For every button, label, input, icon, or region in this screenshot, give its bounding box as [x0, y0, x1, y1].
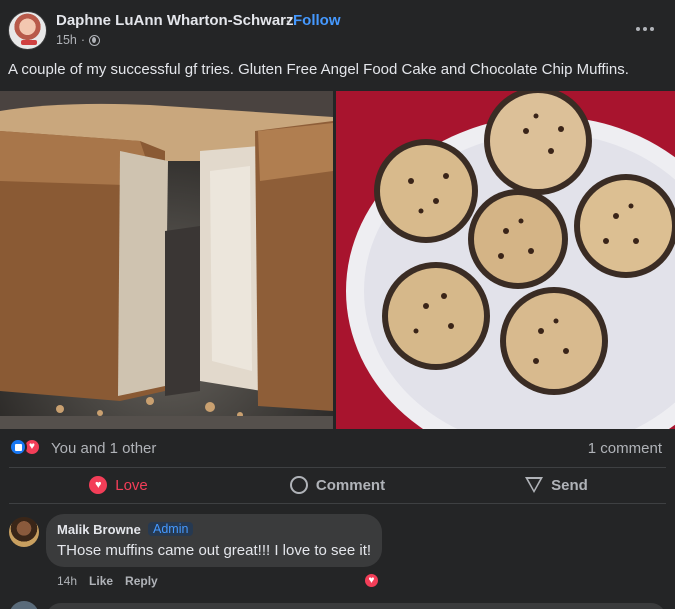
angel-food-cake-photo[interactable]	[0, 91, 333, 429]
cake-image	[0, 91, 333, 429]
post-time[interactable]: 15h	[56, 33, 77, 47]
comment-actions: 14h Like Reply	[57, 574, 158, 588]
dot-icon	[650, 27, 654, 31]
separator-dot: ·	[80, 33, 86, 47]
post-header: Daphne LuAnn Wharton-Schwarz · Follow 15…	[0, 0, 675, 58]
comments-count[interactable]: 1 comment	[588, 440, 662, 457]
dot-icon	[643, 27, 647, 31]
love-icon[interactable]: ♥	[363, 572, 380, 589]
admin-badge: Admin	[148, 522, 194, 536]
send-label: Send	[551, 476, 588, 494]
author-name[interactable]: Daphne LuAnn Wharton-Schwarz	[56, 12, 294, 29]
divider	[9, 503, 666, 504]
chocolate-chip-muffins-photo[interactable]	[336, 91, 675, 429]
comment-time[interactable]: 14h	[57, 574, 77, 588]
comment-icon	[289, 476, 308, 494]
separator-dot: ·	[285, 12, 290, 29]
user-avatar	[9, 601, 39, 609]
more-options-button[interactable]	[628, 12, 662, 46]
follow-button[interactable]: Follow	[293, 12, 341, 29]
send-button[interactable]: Send	[447, 469, 666, 501]
send-icon	[525, 477, 544, 493]
muffins-image	[336, 91, 675, 429]
heart-icon: ♥	[89, 476, 108, 494]
divider	[9, 467, 666, 468]
like-icon	[9, 438, 27, 456]
comment-like-button[interactable]: Like	[89, 574, 113, 588]
reaction-icons[interactable]: ♥	[9, 438, 41, 456]
author-avatar[interactable]	[8, 11, 47, 50]
comment-reply-button[interactable]: Reply	[125, 574, 158, 588]
commenter-avatar[interactable]	[9, 517, 39, 547]
love-button[interactable]: ♥ Love	[9, 469, 228, 501]
reaction-summary[interactable]: You and 1 other	[51, 440, 156, 457]
write-comment-input[interactable]	[46, 603, 666, 609]
post-caption: A couple of my successful gf tries. Glut…	[8, 61, 629, 78]
dot-icon	[636, 27, 640, 31]
comment-button[interactable]: Comment	[228, 469, 447, 501]
commenter-name[interactable]: Malik Browne	[57, 522, 141, 537]
comment-label: Comment	[315, 476, 386, 494]
post-card: Daphne LuAnn Wharton-Schwarz · Follow 15…	[0, 0, 675, 609]
post-actions: ♥ Love Comment Send	[9, 469, 666, 501]
love-label: Love	[115, 476, 148, 494]
comment-text: THose muffins came out great!!! I love t…	[57, 542, 372, 559]
post-meta: 15h ·	[56, 33, 101, 47]
globe-icon	[89, 34, 101, 46]
